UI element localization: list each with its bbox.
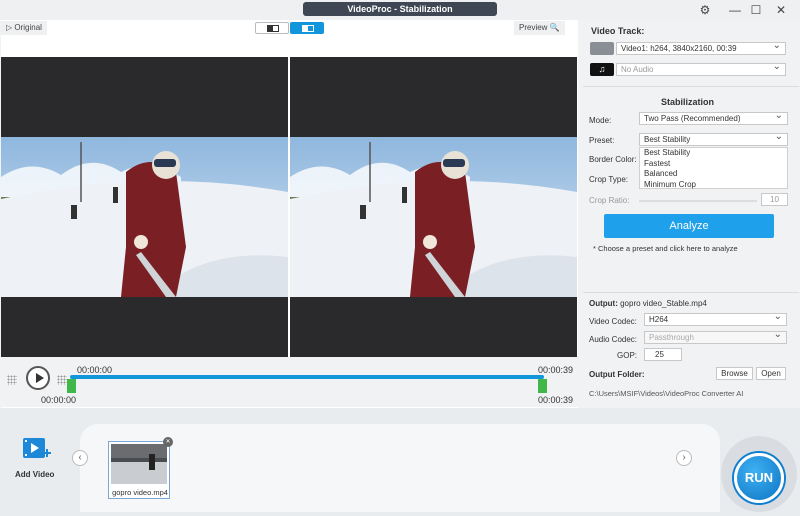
preset-dropdown-list: Best Stability Fastest Balanced Minimum … [639, 147, 788, 189]
crop-ratio-slider[interactable] [639, 200, 757, 202]
stabilized-frame-image [290, 137, 577, 297]
preview-area: ▷ Original Preview 🔍 [1, 20, 578, 408]
preset-option[interactable]: Balanced [640, 169, 787, 180]
video-codec-select[interactable]: H264 [644, 311, 787, 326]
audio-codec-select[interactable]: Passthrough [644, 329, 787, 344]
browse-button[interactable]: Browse [716, 367, 753, 380]
maximize-button[interactable]: ☐ [747, 2, 765, 18]
trim-start-handle[interactable] [67, 379, 76, 393]
trim-start-time: 00:00:00 [41, 395, 77, 405]
border-color-label: Border Color: [589, 155, 637, 164]
open-button[interactable]: Open [756, 367, 786, 380]
crop-ratio-label: Crop Ratio: [589, 196, 630, 205]
run-button[interactable]: RUN [734, 453, 784, 503]
clip-strip [80, 424, 720, 512]
close-button[interactable]: ✕ [772, 2, 790, 18]
current-time: 00:00:00 [77, 365, 113, 375]
split-view-toggle[interactable] [290, 22, 324, 34]
settings-panel: Video Track: Video1: h264, 3840x2160, 00… [583, 20, 799, 408]
audio-track-select[interactable]: No Audio [616, 61, 786, 76]
video-codec-label: Video Codec: [589, 317, 637, 326]
playback-controls: 00:00:00 00:00:39 00:00:00 00:00:39 [1, 357, 578, 407]
trim-end-time: 00:00:39 [538, 395, 574, 405]
output-row: Output: gopro video_Stable.mp4 [589, 299, 707, 308]
analyze-button[interactable]: Analyze [604, 214, 774, 238]
video-track-label: Video Track: [591, 26, 645, 36]
video-track-thumbnail [590, 42, 614, 55]
preview-label: Preview 🔍 [514, 21, 565, 35]
gop-input[interactable]: 25 [644, 348, 682, 361]
scroll-left-button[interactable]: ‹ [72, 450, 88, 466]
preset-select[interactable]: Best Stability [639, 131, 788, 146]
output-filename: gopro video_Stable.mp4 [620, 299, 707, 308]
original-label: ▷ Original [1, 21, 47, 35]
play-button[interactable] [26, 366, 50, 390]
single-view-icon [267, 25, 279, 32]
clip-name: gopro video.mp4 [112, 488, 168, 497]
divider [583, 86, 799, 87]
trim-end-handle[interactable] [538, 379, 547, 393]
settings-icon[interactable]: ⚙ [696, 2, 714, 18]
stabilization-heading: Stabilization [661, 97, 715, 107]
music-note-icon: ♫ [590, 63, 614, 76]
mode-select[interactable]: Two Pass (Recommended) [639, 110, 788, 125]
scroll-right-button[interactable]: › [676, 450, 692, 466]
stabilized-video [290, 57, 577, 376]
audio-codec-label: Audio Codec: [589, 335, 638, 344]
drag-grip-icon [7, 375, 17, 385]
output-folder-path: C:\Users\MSIF\Videos\VideoProc Converter… [589, 389, 744, 398]
minimize-button[interactable]: — [726, 2, 744, 18]
app-window: VideoProc - Stabilization ⚙ — ☐ ✕ ▷ Orig… [0, 0, 800, 516]
original-video [1, 57, 288, 376]
preset-option[interactable]: Fastest [640, 159, 787, 170]
window-title: VideoProc - Stabilization [303, 2, 497, 16]
timeline-track[interactable] [70, 375, 544, 379]
output-folder-label: Output Folder: [589, 370, 645, 379]
title-bar: VideoProc - Stabilization ⚙ — ☐ ✕ [0, 0, 800, 20]
output-label: Output: [589, 299, 618, 308]
split-view-icon [302, 25, 314, 32]
clip-remove-icon[interactable]: ✕ [163, 437, 173, 447]
single-view-toggle[interactable] [255, 22, 289, 34]
clip-thumbnail-image [111, 444, 167, 484]
add-video-label[interactable]: Add Video [15, 470, 54, 479]
crop-type-label: Crop Type: [589, 175, 628, 184]
gop-label: GOP: [617, 351, 638, 360]
preset-option[interactable]: Best Stability [640, 148, 787, 159]
divider [583, 292, 799, 293]
preset-label: Preset: [589, 136, 615, 145]
clip-thumbnail[interactable]: gopro video.mp4 [108, 441, 170, 499]
video-track-select[interactable]: Video1: h264, 3840x2160, 00:39 [616, 40, 786, 55]
crop-ratio-input[interactable]: 10 [761, 193, 788, 206]
preset-option[interactable]: Minimum Crop [640, 180, 787, 191]
analyze-hint: * Choose a preset and click here to anal… [593, 244, 738, 253]
end-time: 00:00:39 [538, 365, 574, 375]
drag-grip-icon [57, 375, 67, 385]
add-video-icon[interactable] [22, 437, 52, 463]
original-frame-image [1, 137, 288, 297]
mode-label: Mode: [589, 116, 612, 125]
